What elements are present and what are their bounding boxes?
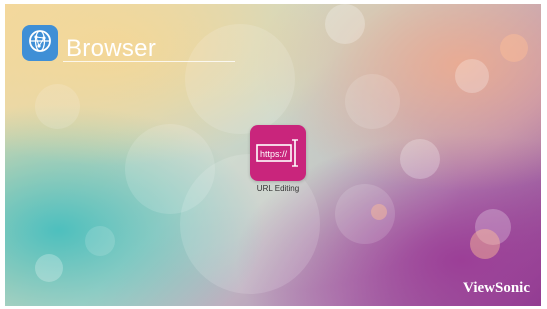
url-editing-icon[interactable]: https:// — [250, 125, 306, 181]
background-bokeh — [371, 204, 387, 220]
viewsonic-logo: ViewSonic — [463, 280, 530, 296]
app-title: Browser — [66, 35, 157, 62]
background-bokeh — [500, 34, 528, 62]
background-bokeh — [345, 74, 400, 129]
title-divider — [63, 61, 235, 62]
background-bokeh — [325, 4, 365, 44]
background-bokeh — [455, 59, 489, 93]
background-bokeh — [185, 24, 295, 134]
background-bokeh — [400, 139, 440, 179]
background-bokeh — [85, 226, 115, 256]
url-editing-label: URL Editing — [256, 184, 300, 193]
globe-network-icon — [27, 28, 53, 59]
background-bokeh — [470, 229, 500, 259]
background-bokeh — [35, 254, 63, 282]
url-editing-icon-text: https:// — [260, 149, 288, 159]
browser-logo — [22, 25, 58, 61]
browser-screen: Browser https:// URL Editing ViewSonic — [5, 4, 541, 306]
background-bokeh — [35, 84, 80, 129]
url-editing-tile[interactable]: https:// URL Editing — [243, 125, 313, 203]
